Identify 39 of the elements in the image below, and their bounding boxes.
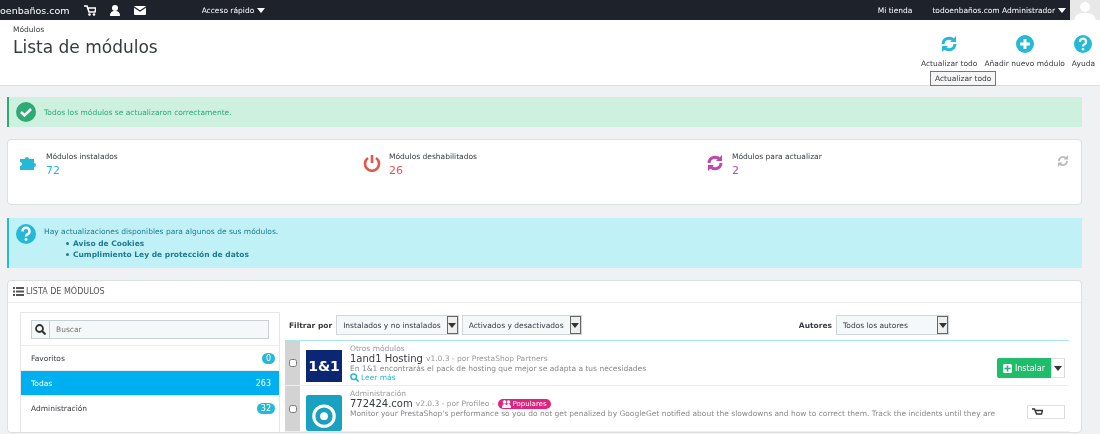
cart-icon — [1032, 407, 1043, 417]
caret-icon — [938, 322, 947, 328]
module-logo: 1&1 — [306, 350, 342, 382]
caret-icon — [571, 322, 580, 328]
search-icon — [350, 373, 359, 382]
module-name: 772424.com — [350, 398, 413, 409]
stat-value: 2 — [732, 164, 740, 177]
caret-icon — [1054, 365, 1062, 371]
help-icon — [1074, 35, 1093, 53]
module-checkbox[interactable] — [288, 404, 297, 413]
user-icon — [109, 4, 120, 16]
refresh-icon — [1057, 155, 1069, 167]
caret-icon — [257, 7, 266, 13]
count-badge: 32 — [256, 402, 275, 414]
shop-name[interactable]: oenbaños.com — [0, 4, 70, 16]
list-icon — [13, 287, 24, 296]
category-count: 263 — [254, 377, 272, 389]
cart-icon — [83, 4, 96, 16]
panel-title: LISTA DE MÓDULOS — [26, 287, 105, 296]
envelope-icon — [133, 5, 146, 15]
caret-icon — [448, 322, 457, 328]
stat-value: 72 — [46, 164, 61, 177]
bullet-icon — [66, 242, 69, 245]
help-icon — [16, 224, 36, 244]
page-title: Lista de módulos — [13, 37, 158, 57]
cart-button[interactable] — [1027, 405, 1065, 419]
plus-square-icon — [1002, 363, 1012, 373]
count-badge: 0 — [261, 352, 275, 364]
dropdown-toggle[interactable] — [1051, 358, 1065, 378]
module-name: 1and1 Hosting — [350, 353, 423, 364]
bullet-icon — [66, 253, 69, 256]
plus-icon — [1015, 35, 1034, 53]
module-checkbox[interactable] — [288, 359, 297, 367]
check-icon — [16, 102, 36, 122]
caret-icon — [1058, 7, 1066, 13]
people-icon — [501, 399, 511, 408]
stat-value: 26 — [389, 164, 404, 177]
refresh-icon — [940, 35, 959, 53]
search-icon — [35, 324, 46, 335]
